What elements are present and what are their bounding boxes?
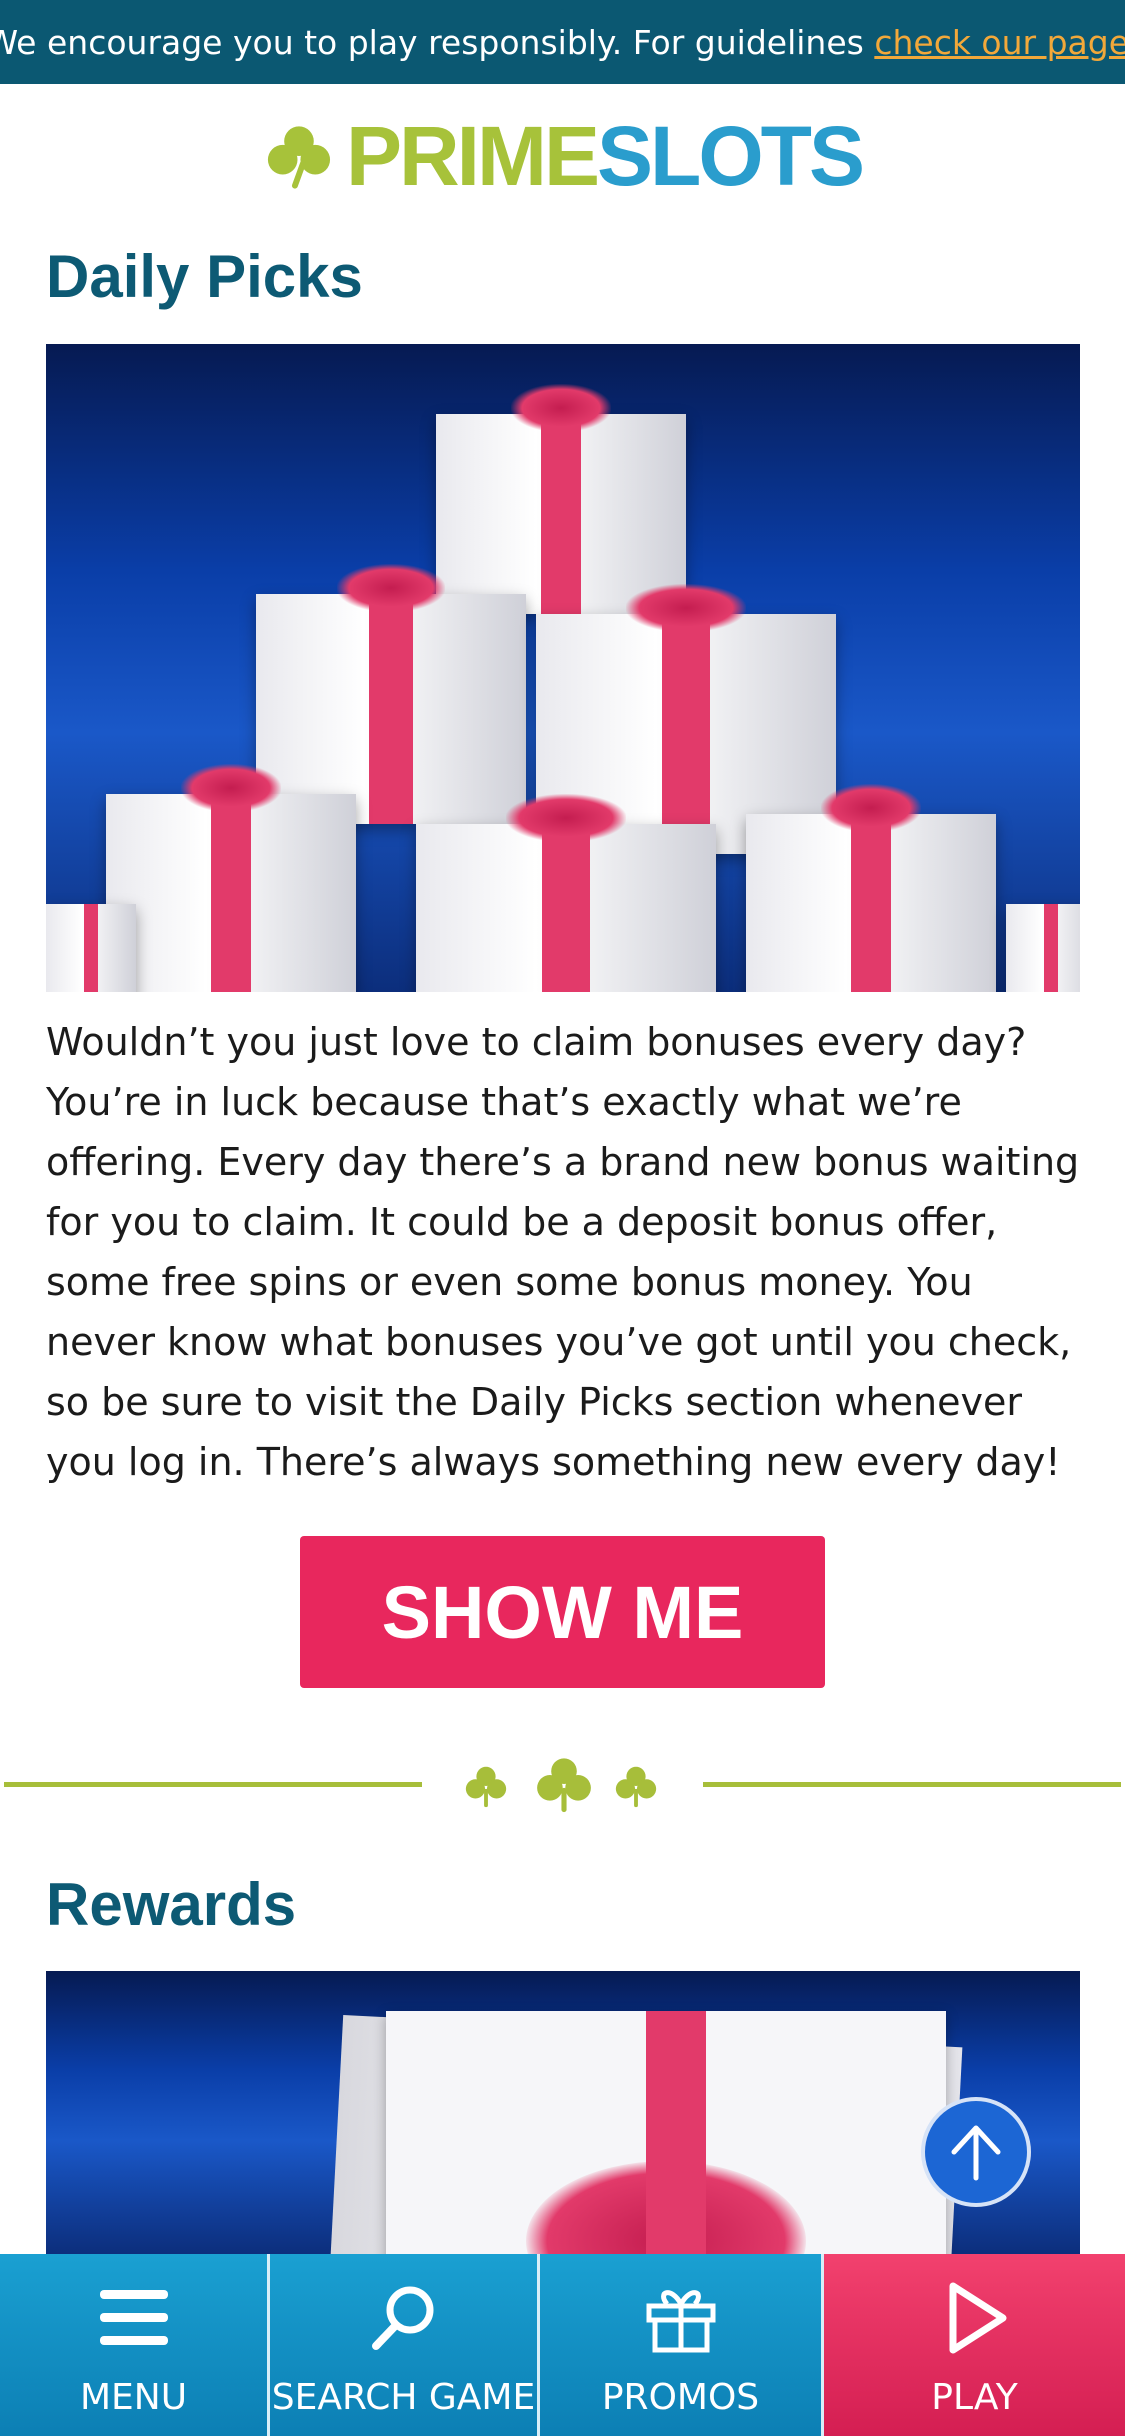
nav-menu-label: MENU: [79, 2377, 188, 2418]
bottom-navigation: MENU SEARCH GAME PROMOS PLAY: [0, 2254, 1125, 2436]
guidelines-link[interactable]: check our page: [874, 23, 1125, 62]
logo-text-slots: SLOTS: [596, 109, 865, 203]
nav-search-game[interactable]: SEARCH GAME: [270, 2254, 540, 2436]
nav-search-label: SEARCH GAME: [271, 2377, 536, 2418]
show-me-button[interactable]: SHOW ME: [300, 1536, 825, 1688]
shamrock-icon: [465, 1766, 507, 1808]
daily-picks-description: Wouldn’t you just love to claim bonuses …: [46, 1020, 1080, 1484]
banner-text: We encourage you to play responsibly. Fo…: [0, 22, 864, 62]
menu-icon: [99, 2290, 168, 2345]
shamrock-icon: [615, 1766, 657, 1808]
scroll-to-top-button[interactable]: [921, 2097, 1031, 2207]
nav-play-label: PLAY: [931, 2377, 1018, 2418]
rewards-heading: Rewards: [46, 1871, 297, 1938]
daily-picks-heading: Daily Picks: [46, 243, 363, 310]
responsible-gaming-banner: We encourage you to play responsibly. Fo…: [0, 0, 1125, 84]
gift-icon: [646, 2290, 715, 2353]
nav-promos-label: PROMOS: [601, 2377, 760, 2418]
rewards-image: [46, 1971, 1080, 2254]
shamrock-icon: [537, 1758, 591, 1813]
divider-right: [703, 1782, 1121, 1787]
primeslots-logo[interactable]: PRIME SLOTS: [262, 100, 865, 212]
divider-left: [4, 1782, 422, 1787]
arrow-up-icon: [951, 2125, 1001, 2181]
nav-menu[interactable]: MENU: [0, 2254, 270, 2436]
daily-picks-image: [46, 344, 1080, 992]
shamrock-logo-icon: [267, 126, 331, 189]
logo-text-prime: PRIME: [345, 109, 600, 203]
nav-promos[interactable]: PROMOS: [540, 2254, 824, 2436]
nav-play[interactable]: PLAY: [824, 2254, 1125, 2436]
play-icon: [949, 2282, 1006, 2354]
search-icon: [371, 2286, 433, 2350]
